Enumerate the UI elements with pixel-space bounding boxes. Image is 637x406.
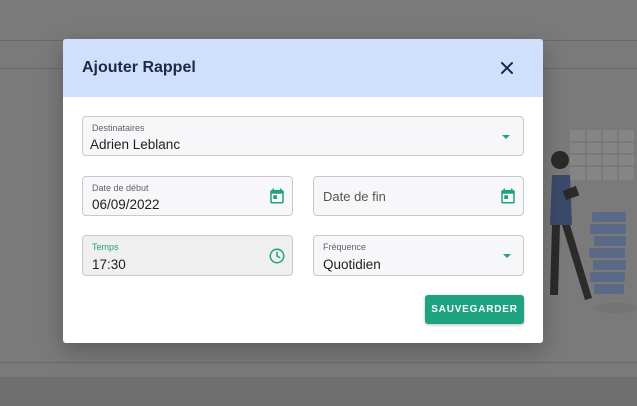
recipients-value: Adrien Leblanc [90,137,181,152]
clock-icon[interactable] [268,247,286,265]
time-value: 17:30 [92,257,126,272]
dialog-title: Ajouter Rappel [82,59,196,76]
start-date-value: 06/09/2022 [92,197,160,212]
frequency-select[interactable]: Fréquence Quotidien [313,235,524,276]
recipients-select[interactable]: Destinataires Adrien Leblanc [82,116,524,156]
start-date-field[interactable]: Date de début 06/09/2022 [82,176,293,216]
close-button[interactable] [497,58,517,78]
time-label: Temps [92,242,119,252]
frequency-label: Fréquence [323,242,367,252]
calendar-icon[interactable] [268,187,286,205]
time-field[interactable]: Temps 17:30 [82,235,293,276]
close-icon [501,62,513,74]
save-button[interactable]: SAUVEGARDER [425,295,524,324]
chevron-down-icon [502,135,510,139]
woman-with-papers-illustration [550,130,637,313]
background-divider-lower [0,362,637,363]
chevron-down-icon [503,254,511,258]
background-footer [0,377,637,406]
frequency-value: Quotidien [323,257,381,272]
recipients-label: Destinataires [92,123,145,133]
calendar-icon[interactable] [499,187,517,205]
end-date-field[interactable]: Date de fin [313,176,524,216]
add-reminder-dialog: Ajouter Rappel Destinataires Adrien Lebl… [63,39,543,343]
start-date-label: Date de début [92,183,149,193]
dialog-header: Ajouter Rappel [63,39,543,97]
end-date-placeholder: Date de fin [323,189,386,204]
